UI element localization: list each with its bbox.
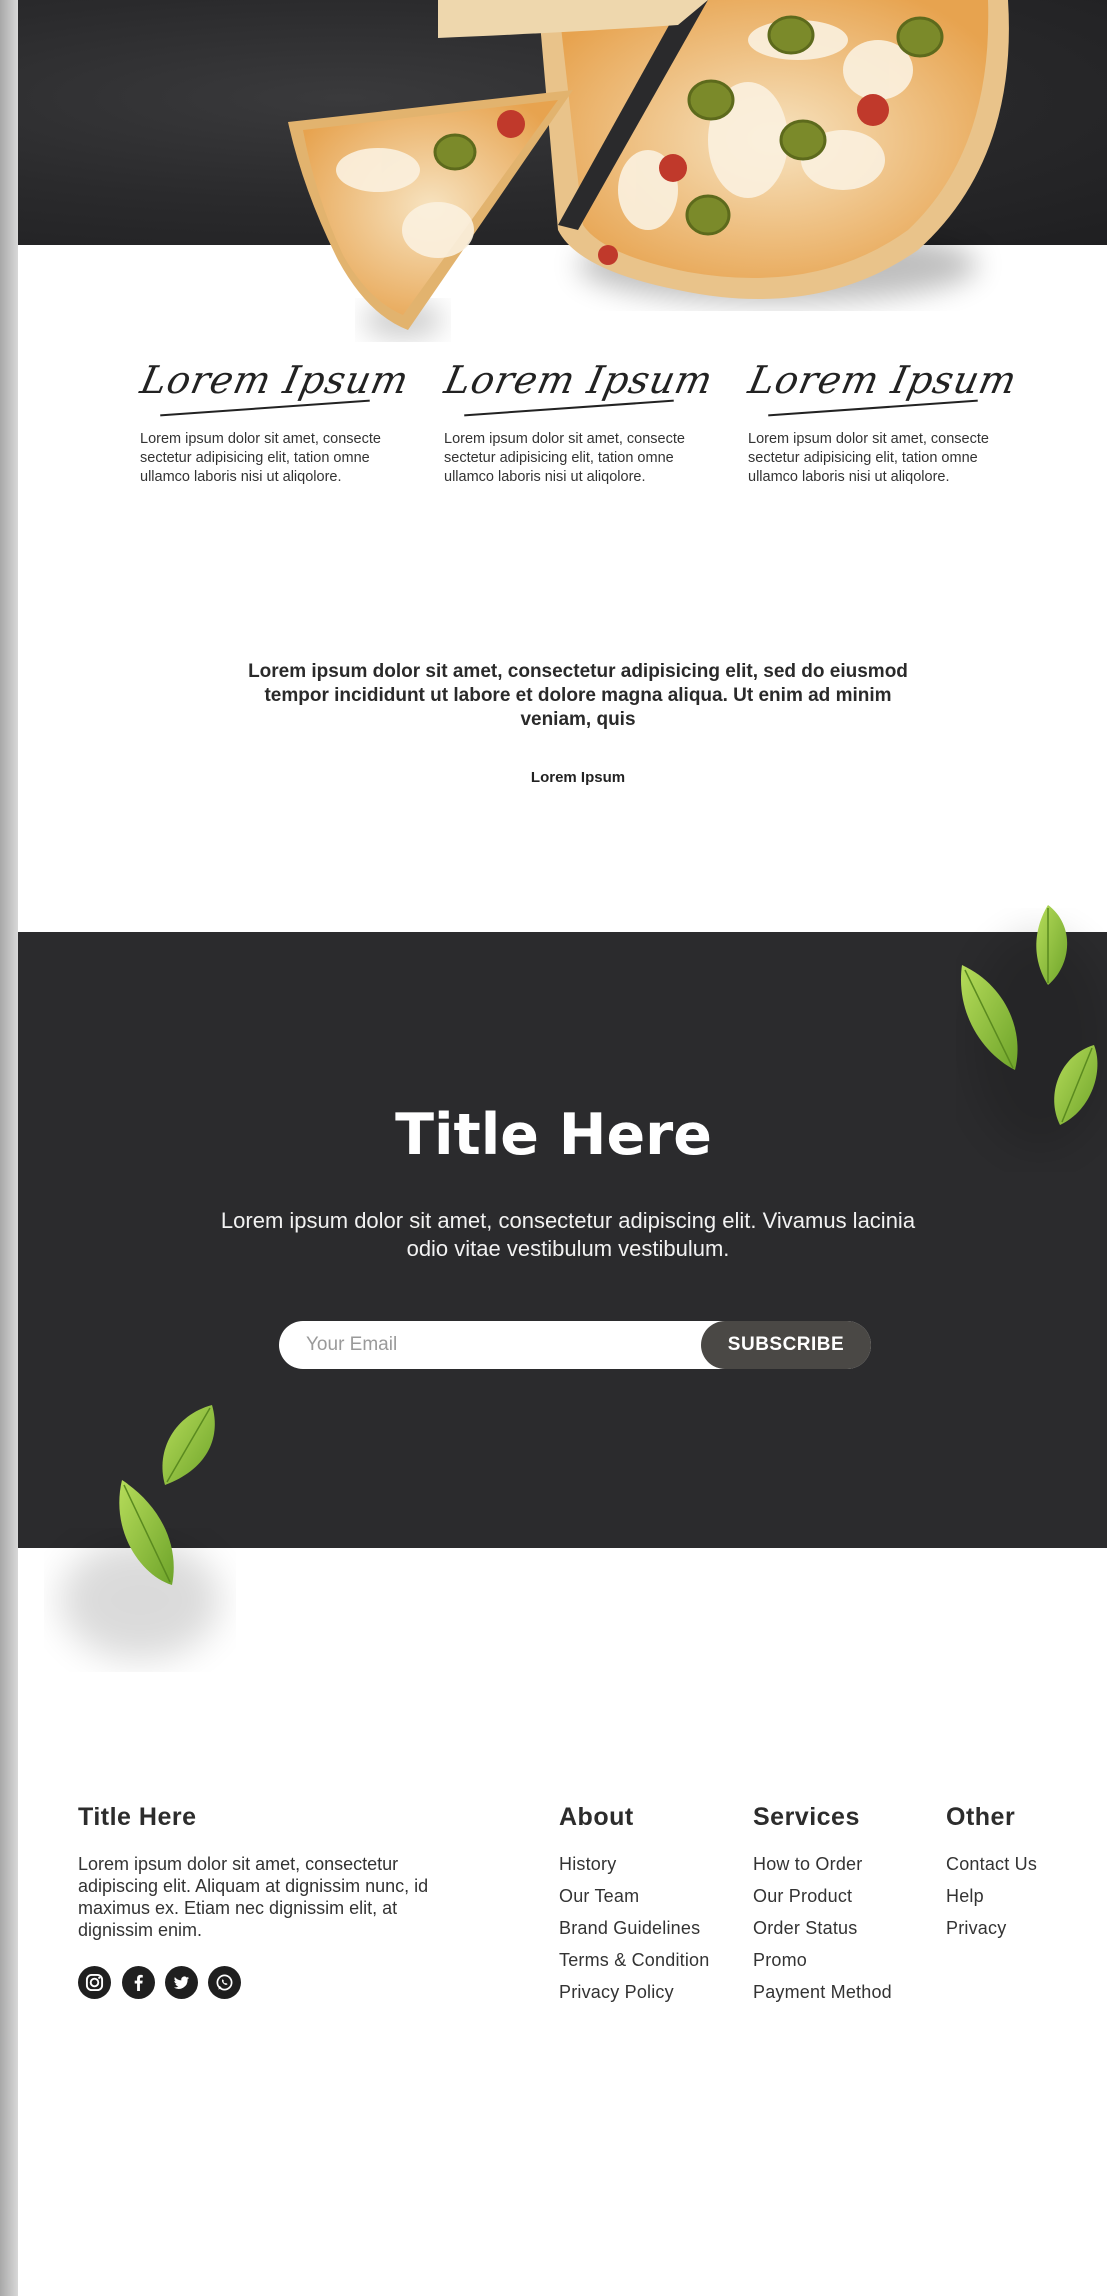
feature-text: Lorem ipsum dolor sit amet, consecte sec…	[140, 431, 381, 485]
footer-column-title: About	[559, 1803, 634, 1831]
footer-brand-title: Title Here	[78, 1803, 197, 1831]
feature-heading: Lorem Ipsum	[440, 358, 718, 402]
feature-text: Lorem ipsum dolor sit amet, consecte sec…	[748, 431, 989, 485]
footer-link-list: History Our Team Brand Guidelines Terms …	[559, 1848, 709, 2008]
footer-link-how-to-order[interactable]: How to Order	[753, 1848, 892, 1880]
page: Lorem Ipsum Lorem ipsum dolor sit amet, …	[18, 0, 1107, 2296]
newsletter-text: Lorem ipsum dolor sit amet, consectetur …	[220, 1208, 916, 1261]
subscribe-button[interactable]: SUBSCRIBE	[701, 1321, 871, 1369]
footer-link-our-product[interactable]: Our Product	[753, 1880, 892, 1912]
instagram-icon[interactable]	[78, 1966, 111, 1999]
footer-link-privacy[interactable]: Privacy	[946, 1912, 1037, 1944]
page-edge-shadow	[0, 0, 18, 2296]
footer-link-brand-guidelines[interactable]: Brand Guidelines	[559, 1912, 709, 1944]
feature-heading: Lorem Ipsum	[744, 358, 1022, 402]
pizza-image	[288, 0, 1009, 338]
footer-column-title: Services	[753, 1803, 860, 1831]
footer-link-list: Contact Us Help Privacy	[946, 1848, 1037, 1944]
footer-brand-text: Lorem ipsum dolor sit amet, consectetur …	[78, 1854, 429, 1940]
footer-link-history[interactable]: History	[559, 1848, 709, 1880]
feature-item: Lorem Ipsum Lorem ipsum dolor sit amet, …	[745, 345, 1022, 487]
footer-link-order-status[interactable]: Order Status	[753, 1912, 892, 1944]
testimonial-quote: Lorem ipsum dolor sit amet, consectetur …	[248, 661, 908, 730]
feature-item: Lorem Ipsum Lorem ipsum dolor sit amet, …	[137, 345, 414, 487]
newsletter-section: Title Here Lorem ipsum dolor sit amet, c…	[18, 932, 1107, 1548]
footer-link-our-team[interactable]: Our Team	[559, 1880, 709, 1912]
feature-text: Lorem ipsum dolor sit amet, consecte sec…	[444, 431, 685, 485]
footer-link-help[interactable]: Help	[946, 1880, 1037, 1912]
testimonial-author: Lorem Ipsum	[530, 769, 626, 786]
footer-link-list: How to Order Our Product Order Status Pr…	[753, 1848, 892, 2008]
email-input[interactable]	[279, 1321, 719, 1369]
newsletter-title: Title Here	[395, 1102, 712, 1168]
footer-link-terms[interactable]: Terms & Condition	[559, 1944, 709, 1976]
footer-link-promo[interactable]: Promo	[753, 1944, 892, 1976]
footer-link-contact-us[interactable]: Contact Us	[946, 1848, 1037, 1880]
facebook-icon[interactable]	[122, 1966, 155, 1999]
subscribe-form: SUBSCRIBE	[279, 1321, 871, 1369]
footer-link-privacy-policy[interactable]: Privacy Policy	[559, 1976, 709, 2008]
feature-item: Lorem Ipsum Lorem ipsum dolor sit amet, …	[441, 345, 718, 487]
whatsapp-icon[interactable]	[208, 1966, 241, 1999]
feature-heading: Lorem Ipsum	[136, 358, 414, 402]
twitter-icon[interactable]	[165, 1966, 198, 1999]
footer-link-payment-method[interactable]: Payment Method	[753, 1976, 892, 2008]
footer-column-title: Other	[946, 1803, 1016, 1831]
